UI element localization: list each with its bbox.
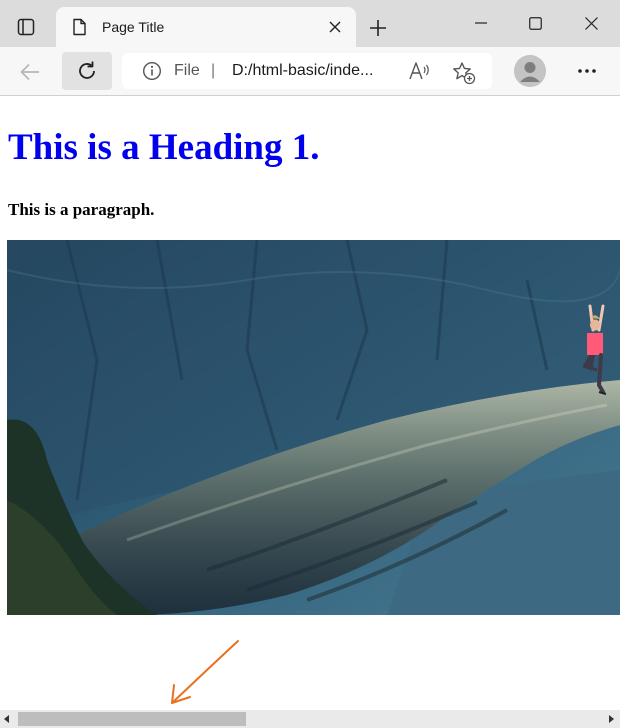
scroll-left-icon[interactable] [2,714,12,724]
tab-actions-icon[interactable] [10,13,42,41]
close-icon[interactable] [326,18,344,36]
scrollbar-thumb[interactable] [18,712,246,726]
browser-toolbar: File | D:/html-basic/inde... [0,47,620,96]
refresh-icon[interactable] [62,52,112,90]
annotation-arrow [171,640,239,704]
horizontal-scrollbar[interactable] [0,710,620,728]
tab-title: Page Title [102,19,165,35]
cliff-yoga-image [7,240,620,615]
favorite-add-icon[interactable] [452,61,476,85]
maximize-button[interactable] [512,6,558,40]
page-heading: This is a Heading 1. [8,127,320,168]
plus-icon[interactable] [364,14,392,42]
page-paragraph: This is a paragraph. [8,200,155,219]
read-aloud-icon[interactable] [408,61,430,81]
window-close-button[interactable] [568,6,614,40]
info-icon[interactable] [142,61,162,81]
page-viewport: This is a Heading 1. This is a paragraph… [0,97,620,710]
scroll-right-icon[interactable] [606,714,616,724]
tab-strip: Page Title [0,0,620,47]
address-bar[interactable]: File | D:/html-basic/inde... [122,53,492,89]
back-arrow-icon[interactable] [12,56,48,88]
page-icon [73,18,86,36]
address-separator: | [211,62,216,79]
active-tab[interactable]: Page Title [56,7,356,47]
more-icon[interactable] [572,57,602,85]
scheme-label: File [174,62,200,79]
url-text[interactable]: D:/html-basic/inde... [232,61,373,81]
profile-icon[interactable] [514,55,546,87]
minimize-button[interactable] [458,6,504,40]
